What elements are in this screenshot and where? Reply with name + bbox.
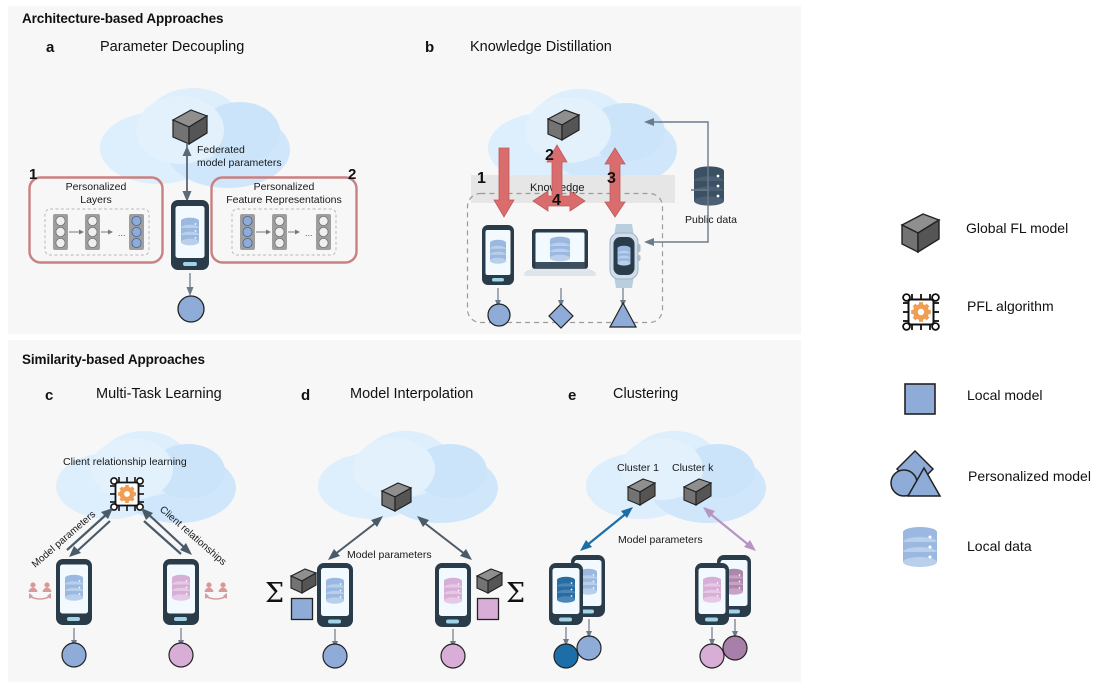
personalized-model-triangle-b <box>608 301 638 329</box>
step-number-4: 4 <box>552 192 561 209</box>
device-phone-e-c1-front <box>548 562 584 626</box>
public-data-connector-lines <box>636 112 746 252</box>
legend-label-local-data: Local data <box>967 538 1032 554</box>
personalized-model-diamond-b <box>547 302 575 330</box>
client-relation-icon-left <box>26 578 54 600</box>
section-title-architecture: Architecture-based Approaches <box>22 11 224 26</box>
device-laptop-b <box>524 228 596 286</box>
label-federated-line2: model parameters <box>197 157 282 169</box>
personalized-model-circle-d-right <box>439 642 467 670</box>
global-fl-model-cube-d-right-client <box>474 567 504 595</box>
arrow-down-to-device-a <box>180 143 194 203</box>
label-federated-line1: Federated <box>197 144 245 156</box>
panel-b-title: Knowledge Distillation <box>470 39 612 55</box>
box1-label-line1: Personalized <box>65 181 127 193</box>
arrow-model-parameters-e-right <box>700 504 758 552</box>
legend-label-pfl-algorithm: PFL algorithm <box>967 298 1054 314</box>
personalized-model-circle-c-left <box>60 641 88 669</box>
local-model-square-d-left <box>290 597 314 621</box>
panel-b-letter: b <box>425 39 435 56</box>
device-phone-c-left <box>55 558 93 626</box>
device-phone-d-left <box>316 562 354 628</box>
svg-text:...: ... <box>118 228 126 238</box>
panel-c-title: Multi-Task Learning <box>96 386 222 402</box>
personalized-model-circle-e-c1-back <box>575 634 603 662</box>
blue-square-icon <box>903 382 937 416</box>
device-phone-b <box>481 224 515 286</box>
global-fl-model-cube-d-left-client <box>288 567 318 595</box>
legend-item-local-data: Local data <box>901 526 1032 567</box>
box2-label-line1: Personalized <box>253 181 315 193</box>
global-fl-model-cube-cluster1 <box>625 477 657 507</box>
neural-net-personalized-layers: ... <box>44 208 150 256</box>
legend-label-global-fl-model: Global FL model <box>966 220 1069 236</box>
global-fl-model-cube-clusterk <box>681 477 713 507</box>
personalized-model-circle-e-ck-back <box>721 634 749 662</box>
svg-text:...: ... <box>305 228 313 238</box>
global-fl-model-cube-b <box>545 108 581 142</box>
chip-gear-icon <box>899 290 943 334</box>
global-fl-model-cube-a <box>169 108 209 146</box>
legend-label-local-model: Local model <box>967 387 1043 403</box>
panel-a-letter: a <box>46 39 55 56</box>
cluster-1-label: Cluster 1 <box>617 462 660 474</box>
legend-label-personalized-model: Personalized model <box>968 468 1091 484</box>
local-model-square-d-right <box>476 597 500 621</box>
device-phone-a <box>170 199 210 271</box>
personalized-model-circle-d-left <box>321 642 349 670</box>
legend-item-local-model: Local model <box>903 382 1043 415</box>
box1-label-line2: Layers <box>80 194 112 206</box>
legend-item-global-fl-model: Global FL model <box>898 212 1069 254</box>
box2-label-line2: Feature Representations <box>226 194 342 206</box>
device-phone-c-right <box>162 558 200 626</box>
step-number-3: 3 <box>607 170 616 187</box>
legend-item-personalized-model: Personalized model <box>890 448 1091 497</box>
sigma-symbol-d-right: Σ <box>506 578 526 609</box>
cluster-k-label: Cluster k <box>672 462 714 474</box>
panel-d-title: Model Interpolation <box>350 386 474 402</box>
panel-d-letter: d <box>301 387 311 404</box>
circle-diamond-triangle-icon <box>890 448 948 500</box>
database-icon <box>901 526 939 572</box>
label-model-parameters-e: Model parameters <box>618 534 703 546</box>
sigma-symbol-d-left: Σ <box>265 578 285 609</box>
device-phone-e-ck-front <box>694 562 730 626</box>
panel-e-title: Clustering <box>613 386 679 402</box>
neural-net-feature-representations: ... <box>231 208 337 256</box>
panel-a-title: Parameter Decoupling <box>100 39 245 55</box>
section-title-similarity: Similarity-based Approaches <box>22 352 205 367</box>
step-number-1: 1 <box>477 170 486 187</box>
personalized-model-circle-b <box>486 302 512 328</box>
panel-e-letter: e <box>568 387 577 404</box>
label-model-parameters-d: Model parameters <box>347 549 432 561</box>
device-phone-d-right <box>434 562 472 628</box>
personalized-model-circle-c-right <box>167 641 195 669</box>
box1-number: 1 <box>29 166 38 183</box>
step-number-2: 2 <box>545 147 554 164</box>
personalized-model-circle-a <box>176 294 206 324</box>
panel-c-letter: c <box>45 387 54 404</box>
red-arrow-step1 <box>493 147 515 218</box>
client-relation-icon-right <box>202 578 230 600</box>
global-fl-model-cube-d <box>379 481 413 513</box>
grey-cube-icon <box>898 212 942 254</box>
client-relationship-learning-label: Client relationship learning <box>63 456 187 468</box>
legend-item-pfl-algorithm: PFL algorithm <box>899 290 1054 331</box>
